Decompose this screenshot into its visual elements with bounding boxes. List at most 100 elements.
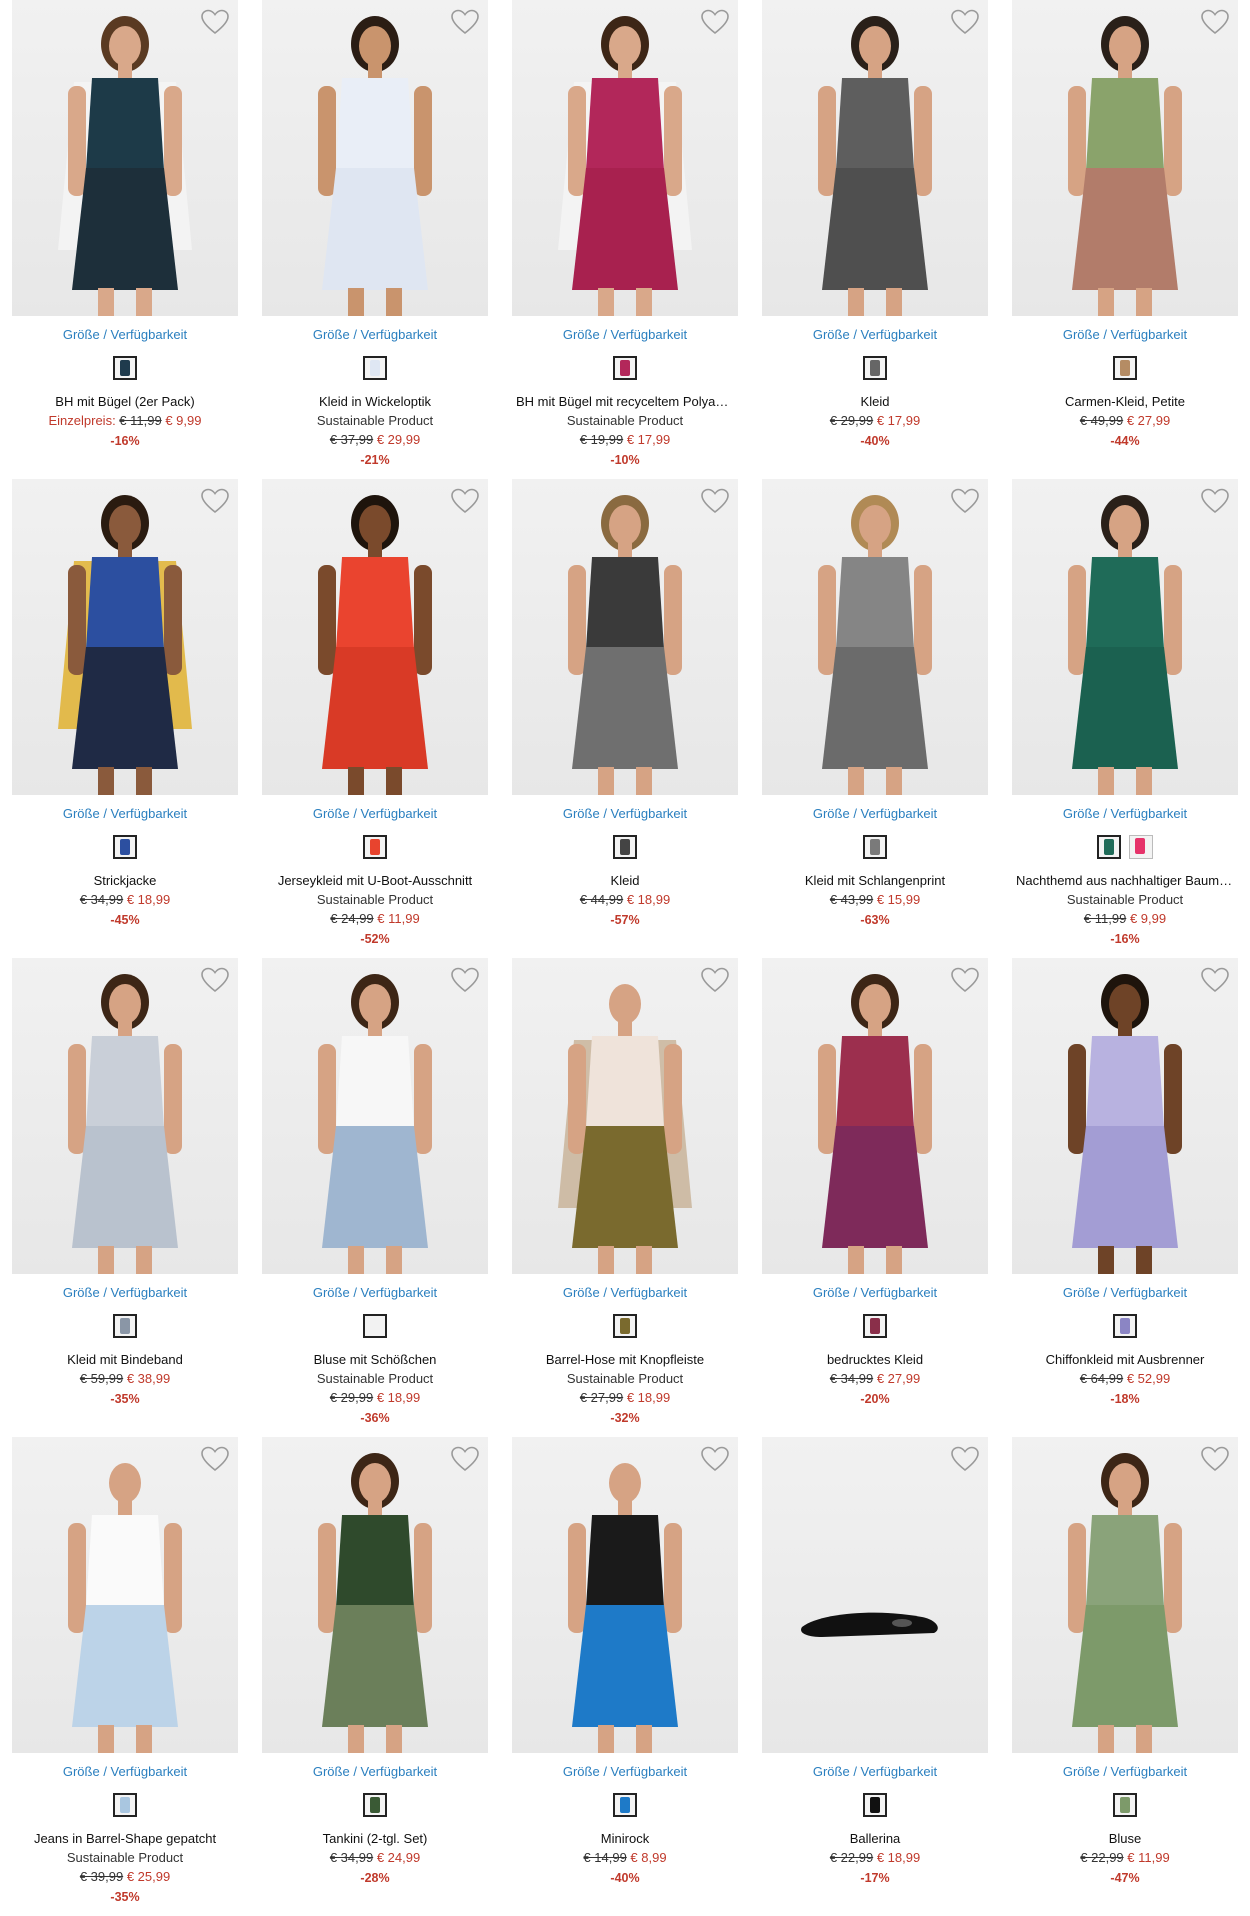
color-swatch[interactable] xyxy=(1113,1314,1137,1338)
color-swatch[interactable] xyxy=(863,356,887,380)
product-title[interactable]: Kleid xyxy=(512,871,738,890)
product-card-3[interactable]: Größe / Verfügbarkeit BH mit Bügel mit r… xyxy=(512,0,738,479)
color-swatch[interactable] xyxy=(1113,1793,1137,1817)
product-image[interactable] xyxy=(1012,0,1238,316)
size-availability-link[interactable]: Größe / Verfügbarkeit xyxy=(512,805,738,823)
product-card-17[interactable]: Größe / Verfügbarkeit Tankini (2-tgl. Se… xyxy=(262,1437,488,1916)
product-image[interactable] xyxy=(262,0,488,316)
product-card-8[interactable]: Größe / Verfügbarkeit Kleid € 44,99 € 18… xyxy=(512,479,738,958)
color-swatch[interactable] xyxy=(113,1793,137,1817)
color-swatch[interactable] xyxy=(863,835,887,859)
heart-icon[interactable] xyxy=(950,487,980,515)
product-title[interactable]: BH mit Bügel mit recyceltem Polyamid xyxy=(512,392,738,411)
product-title[interactable]: Kleid xyxy=(762,392,988,411)
heart-icon[interactable] xyxy=(950,1445,980,1473)
color-swatch[interactable] xyxy=(363,1793,387,1817)
color-swatch[interactable] xyxy=(113,835,137,859)
color-swatch[interactable] xyxy=(613,1793,637,1817)
product-image[interactable] xyxy=(262,958,488,1274)
size-availability-link[interactable]: Größe / Verfügbarkeit xyxy=(762,326,988,344)
product-image[interactable] xyxy=(512,0,738,316)
heart-icon[interactable] xyxy=(200,966,230,994)
heart-icon[interactable] xyxy=(950,8,980,36)
heart-icon[interactable] xyxy=(1200,8,1230,36)
product-title[interactable]: Barrel-Hose mit Knopfleiste xyxy=(512,1350,738,1369)
size-availability-link[interactable]: Größe / Verfügbarkeit xyxy=(762,1763,988,1781)
product-image[interactable] xyxy=(512,1437,738,1753)
color-swatch[interactable] xyxy=(613,1314,637,1338)
product-title[interactable]: Chiffonkleid mit Ausbrenner xyxy=(1012,1350,1238,1369)
heart-icon[interactable] xyxy=(450,8,480,36)
color-swatch[interactable] xyxy=(863,1314,887,1338)
product-image[interactable] xyxy=(762,479,988,795)
product-image[interactable] xyxy=(12,479,238,795)
product-image[interactable] xyxy=(512,479,738,795)
heart-icon[interactable] xyxy=(700,487,730,515)
product-card-7[interactable]: Größe / Verfügbarkeit Jerseykleid mit U-… xyxy=(262,479,488,958)
product-title[interactable]: Jeans in Barrel-Shape gepatcht xyxy=(12,1829,238,1848)
product-card-4[interactable]: Größe / Verfügbarkeit Kleid € 29,99 € 17… xyxy=(762,0,988,479)
product-title[interactable]: Strickjacke xyxy=(12,871,238,890)
size-availability-link[interactable]: Größe / Verfügbarkeit xyxy=(762,805,988,823)
heart-icon[interactable] xyxy=(200,1445,230,1473)
size-availability-link[interactable]: Größe / Verfügbarkeit xyxy=(512,326,738,344)
heart-icon[interactable] xyxy=(200,487,230,515)
size-availability-link[interactable]: Größe / Verfügbarkeit xyxy=(262,1284,488,1302)
product-card-9[interactable]: Größe / Verfügbarkeit Kleid mit Schlange… xyxy=(762,479,988,958)
size-availability-link[interactable]: Größe / Verfügbarkeit xyxy=(512,1284,738,1302)
product-card-14[interactable]: Größe / Verfügbarkeit bedrucktes Kleid €… xyxy=(762,958,988,1437)
product-image[interactable] xyxy=(1012,479,1238,795)
product-card-1[interactable]: Größe / Verfügbarkeit BH mit Bügel (2er … xyxy=(12,0,238,479)
product-image[interactable] xyxy=(762,1437,988,1753)
size-availability-link[interactable]: Größe / Verfügbarkeit xyxy=(262,805,488,823)
product-image[interactable] xyxy=(1012,958,1238,1274)
color-swatch[interactable] xyxy=(613,835,637,859)
product-title[interactable]: Nachthemd aus nachhaltiger Baumwolle xyxy=(1012,871,1238,890)
size-availability-link[interactable]: Größe / Verfügbarkeit xyxy=(762,1284,988,1302)
color-swatch[interactable] xyxy=(363,1314,387,1338)
heart-icon[interactable] xyxy=(1200,966,1230,994)
product-title[interactable]: Bluse mit Schößchen xyxy=(262,1350,488,1369)
product-title[interactable]: Tankini (2-tgl. Set) xyxy=(262,1829,488,1848)
heart-icon[interactable] xyxy=(450,487,480,515)
heart-icon[interactable] xyxy=(1200,487,1230,515)
product-title[interactable]: Kleid mit Schlangenprint xyxy=(762,871,988,890)
product-title[interactable]: Minirock xyxy=(512,1829,738,1848)
product-title[interactable]: BH mit Bügel (2er Pack) xyxy=(12,392,238,411)
size-availability-link[interactable]: Größe / Verfügbarkeit xyxy=(12,1763,238,1781)
product-title[interactable]: Ballerina xyxy=(762,1829,988,1848)
size-availability-link[interactable]: Größe / Verfügbarkeit xyxy=(1012,1763,1238,1781)
heart-icon[interactable] xyxy=(1200,1445,1230,1473)
product-card-16[interactable]: Größe / Verfügbarkeit Jeans in Barrel-Sh… xyxy=(12,1437,238,1916)
size-availability-link[interactable]: Größe / Verfügbarkeit xyxy=(12,1284,238,1302)
color-swatch[interactable] xyxy=(363,356,387,380)
heart-icon[interactable] xyxy=(450,1445,480,1473)
product-title[interactable]: Kleid in Wickeloptik xyxy=(262,392,488,411)
color-swatch[interactable] xyxy=(1129,835,1153,859)
size-availability-link[interactable]: Größe / Verfügbarkeit xyxy=(262,1763,488,1781)
product-card-18[interactable]: Größe / Verfügbarkeit Minirock € 14,99 €… xyxy=(512,1437,738,1916)
product-image[interactable] xyxy=(512,958,738,1274)
heart-icon[interactable] xyxy=(450,966,480,994)
product-title[interactable]: Bluse xyxy=(1012,1829,1238,1848)
size-availability-link[interactable]: Größe / Verfügbarkeit xyxy=(1012,805,1238,823)
product-card-10[interactable]: Größe / Verfügbarkeit Nachthemd aus nach… xyxy=(1012,479,1238,958)
color-swatch[interactable] xyxy=(113,1314,137,1338)
product-card-15[interactable]: Größe / Verfügbarkeit Chiffonkleid mit A… xyxy=(1012,958,1238,1437)
product-title[interactable]: Jerseykleid mit U-Boot-Ausschnitt xyxy=(262,871,488,890)
product-card-2[interactable]: Größe / Verfügbarkeit Kleid in Wickelopt… xyxy=(262,0,488,479)
product-image[interactable] xyxy=(262,1437,488,1753)
product-image[interactable] xyxy=(1012,1437,1238,1753)
product-image[interactable] xyxy=(12,1437,238,1753)
product-title[interactable]: bedrucktes Kleid xyxy=(762,1350,988,1369)
color-swatch[interactable] xyxy=(1097,835,1121,859)
size-availability-link[interactable]: Größe / Verfügbarkeit xyxy=(1012,1284,1238,1302)
product-image[interactable] xyxy=(762,958,988,1274)
heart-icon[interactable] xyxy=(700,966,730,994)
product-image[interactable] xyxy=(262,479,488,795)
heart-icon[interactable] xyxy=(950,966,980,994)
color-swatch[interactable] xyxy=(863,1793,887,1817)
product-card-5[interactable]: Größe / Verfügbarkeit Carmen-Kleid, Peti… xyxy=(1012,0,1238,479)
color-swatch[interactable] xyxy=(1113,356,1137,380)
product-card-20[interactable]: Größe / Verfügbarkeit Bluse € 22,99 € 11… xyxy=(1012,1437,1238,1916)
